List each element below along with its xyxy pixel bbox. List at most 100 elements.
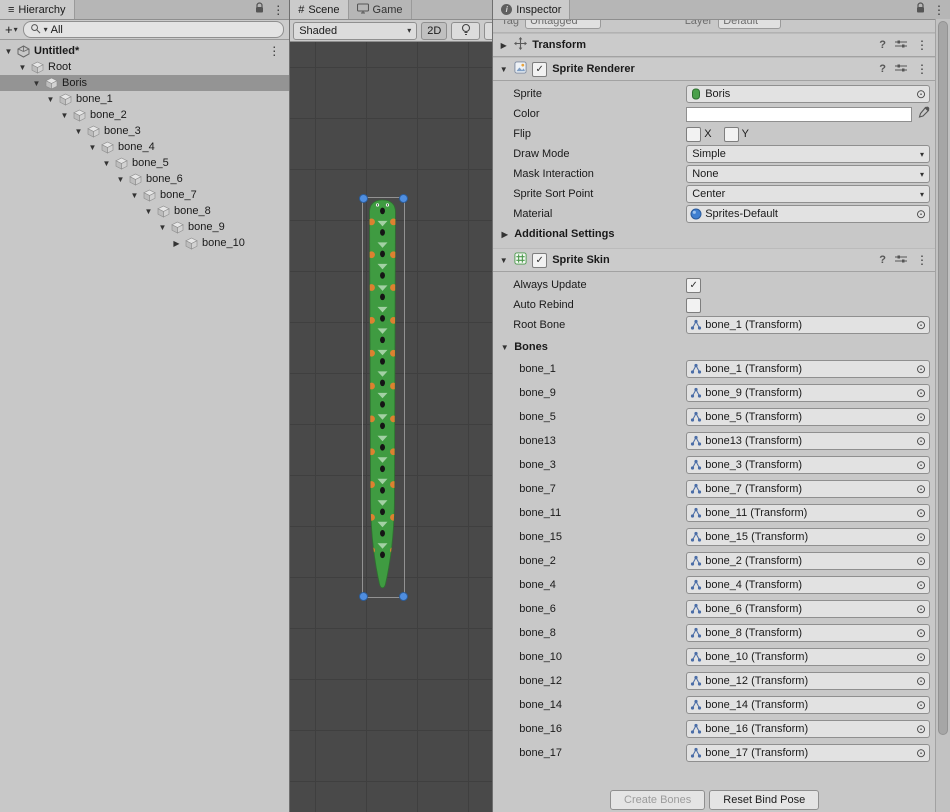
object-picker-icon[interactable]: ⊙ xyxy=(916,387,926,399)
foldout-icon[interactable]: ▼ xyxy=(73,127,84,136)
hierarchy-item[interactable]: ▼ bone_9 xyxy=(0,219,289,235)
object-picker-icon[interactable]: ⊙ xyxy=(916,579,926,591)
object-picker-icon[interactable]: ⊙ xyxy=(916,675,926,687)
inspector-scrollbar[interactable] xyxy=(935,19,950,812)
hierarchy-item[interactable]: ▼ bone_6 xyxy=(0,171,289,187)
help-icon[interactable]: ? xyxy=(879,63,886,75)
bone-object-field[interactable]: bone_11 (Transform) ⊙ xyxy=(686,504,930,522)
foldout-icon[interactable]: ▼ xyxy=(3,47,14,56)
search-filter-caret-icon[interactable]: ▾ xyxy=(44,25,48,34)
presets-icon[interactable] xyxy=(895,63,907,76)
object-picker-icon[interactable]: ⊙ xyxy=(916,88,926,100)
hierarchy-item[interactable]: ▼ bone_7 xyxy=(0,187,289,203)
object-picker-icon[interactable]: ⊙ xyxy=(916,531,926,543)
root-bone-object-field[interactable]: bone_1 (Transform) ⊙ xyxy=(686,316,930,334)
bone-object-field[interactable]: bone_15 (Transform) ⊙ xyxy=(686,528,930,546)
selection-handle[interactable] xyxy=(399,194,408,203)
bones-foldout[interactable]: ▼ Bones xyxy=(493,337,936,357)
hierarchy-search-input[interactable]: ▾ All xyxy=(23,21,285,38)
presets-icon[interactable] xyxy=(895,254,907,267)
bone-object-field[interactable]: bone_3 (Transform) ⊙ xyxy=(686,456,930,474)
bone-object-field[interactable]: bone_5 (Transform) ⊙ xyxy=(686,408,930,426)
bone-object-field[interactable]: bone_4 (Transform) ⊙ xyxy=(686,576,930,594)
create-object-button[interactable]: +▾ xyxy=(5,23,18,36)
bone-object-field[interactable]: bone_6 (Transform) ⊙ xyxy=(686,600,930,618)
tag-dropdown[interactable]: Untagged xyxy=(525,20,601,29)
lock-icon[interactable] xyxy=(915,2,926,17)
object-picker-icon[interactable]: ⊙ xyxy=(916,723,926,735)
transform-component-header[interactable]: ▶ Transform ? ⋮ xyxy=(493,33,936,57)
object-picker-icon[interactable]: ⊙ xyxy=(916,411,926,423)
help-icon[interactable]: ? xyxy=(879,39,886,51)
color-swatch[interactable] xyxy=(686,107,912,122)
object-picker-icon[interactable]: ⊙ xyxy=(916,435,926,447)
foldout-icon[interactable]: ▼ xyxy=(45,95,56,104)
always-update-checkbox[interactable]: ✓ xyxy=(686,278,701,293)
presets-icon[interactable] xyxy=(895,39,907,52)
component-enabled-checkbox[interactable]: ✓ xyxy=(532,62,547,77)
hierarchy-item[interactable]: ▼ Boris xyxy=(0,75,289,91)
foldout-icon[interactable]: ▶ xyxy=(499,230,510,239)
panel-menu-icon[interactable]: ⋮ xyxy=(272,4,284,16)
tab-hierarchy[interactable]: ≡ Hierarchy xyxy=(0,0,75,19)
bone-object-field[interactable]: bone_7 (Transform) ⊙ xyxy=(686,480,930,498)
object-picker-icon[interactable]: ⊙ xyxy=(916,699,926,711)
selection-handle[interactable] xyxy=(399,592,408,601)
foldout-icon[interactable]: ▶ xyxy=(171,239,182,248)
object-picker-icon[interactable]: ⊙ xyxy=(916,627,926,639)
scene-audio-button[interactable] xyxy=(484,22,492,40)
eyedropper-icon[interactable] xyxy=(917,106,930,122)
object-picker-icon[interactable]: ⊙ xyxy=(916,747,926,759)
sort-point-dropdown[interactable]: Center ▾ xyxy=(686,185,930,203)
component-menu-icon[interactable]: ⋮ xyxy=(916,254,928,266)
auto-rebind-checkbox[interactable] xyxy=(686,298,701,313)
scrollbar-thumb[interactable] xyxy=(938,21,948,735)
bone-object-field[interactable]: bone_1 (Transform) ⊙ xyxy=(686,360,930,378)
foldout-icon[interactable]: ▼ xyxy=(499,343,510,352)
foldout-icon[interactable]: ▶ xyxy=(498,41,509,50)
2d-toggle-button[interactable]: 2D xyxy=(421,22,447,40)
foldout-icon[interactable]: ▼ xyxy=(143,207,154,216)
bone-object-field[interactable]: bone_12 (Transform) ⊙ xyxy=(686,672,930,690)
foldout-icon[interactable]: ▼ xyxy=(498,256,509,265)
lock-icon[interactable] xyxy=(254,2,265,17)
object-picker-icon[interactable]: ⊙ xyxy=(916,459,926,471)
additional-settings-foldout[interactable]: ▶ Additional Settings xyxy=(493,224,936,244)
hierarchy-item[interactable]: ▼ Root xyxy=(0,59,289,75)
foldout-icon[interactable]: ▼ xyxy=(115,175,126,184)
hierarchy-item[interactable]: ▼ bone_2 xyxy=(0,107,289,123)
foldout-icon[interactable]: ▼ xyxy=(31,79,42,88)
object-picker-icon[interactable]: ⊙ xyxy=(916,507,926,519)
scene-viewport[interactable] xyxy=(290,42,492,812)
bone-object-field[interactable]: bone_16 (Transform) ⊙ xyxy=(686,720,930,738)
foldout-icon[interactable]: ▼ xyxy=(17,63,28,72)
hierarchy-item[interactable]: ▼ bone_8 xyxy=(0,203,289,219)
object-picker-icon[interactable]: ⊙ xyxy=(916,319,926,331)
sprite-skin-component-header[interactable]: ▼ ✓ Sprite Skin ? ⋮ xyxy=(493,248,936,272)
object-picker-icon[interactable]: ⊙ xyxy=(916,555,926,567)
scene-options-icon[interactable]: ⋮ xyxy=(268,44,289,58)
create-bones-button[interactable]: Create Bones xyxy=(610,790,705,810)
component-menu-icon[interactable]: ⋮ xyxy=(916,63,928,75)
foldout-icon[interactable]: ▼ xyxy=(498,65,509,74)
object-picker-icon[interactable]: ⊙ xyxy=(916,208,926,220)
bone-object-field[interactable]: bone_17 (Transform) ⊙ xyxy=(686,744,930,762)
tab-game[interactable]: Game xyxy=(349,0,412,19)
object-picker-icon[interactable]: ⊙ xyxy=(916,363,926,375)
shading-mode-dropdown[interactable]: Shaded ▾ xyxy=(293,22,417,40)
flip-x-checkbox[interactable] xyxy=(686,127,701,142)
bone-object-field[interactable]: bone_2 (Transform) ⊙ xyxy=(686,552,930,570)
flip-y-checkbox[interactable] xyxy=(724,127,739,142)
foldout-icon[interactable]: ▼ xyxy=(129,191,140,200)
hierarchy-item[interactable]: ▼ Untitled* ⋮ xyxy=(0,43,289,59)
selection-handle[interactable] xyxy=(359,592,368,601)
help-icon[interactable]: ? xyxy=(879,254,886,266)
sprite-renderer-component-header[interactable]: ▼ ✓ Sprite Renderer ? ⋮ xyxy=(493,57,936,81)
foldout-icon[interactable]: ▼ xyxy=(59,111,70,120)
scene-lighting-button[interactable] xyxy=(451,22,480,40)
tab-scene[interactable]: # Scene xyxy=(290,0,348,19)
selection-handle[interactable] xyxy=(359,194,368,203)
draw-mode-dropdown[interactable]: Simple ▾ xyxy=(686,145,930,163)
component-menu-icon[interactable]: ⋮ xyxy=(916,39,928,51)
panel-menu-icon[interactable]: ⋮ xyxy=(933,4,945,16)
